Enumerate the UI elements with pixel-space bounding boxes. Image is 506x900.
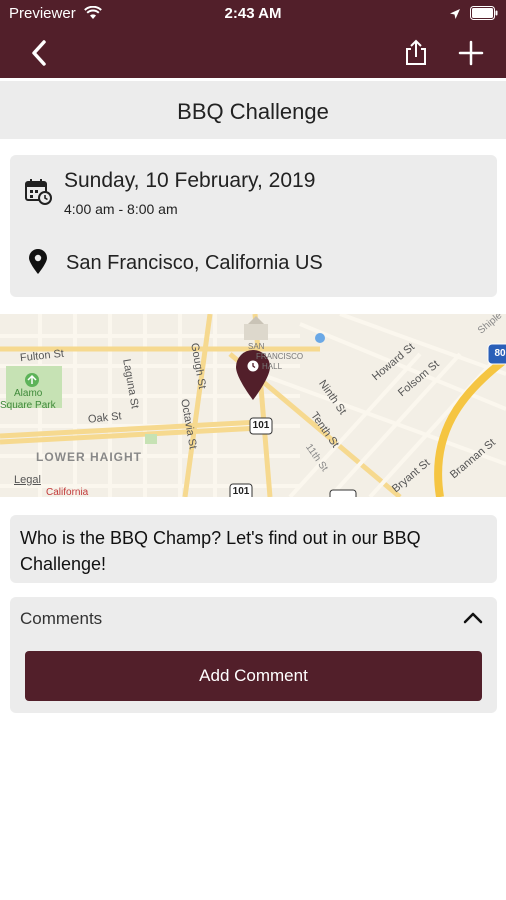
calendar-icon — [24, 177, 52, 210]
add-comment-button[interactable]: Add Comment — [25, 651, 482, 701]
map-label: Square Park — [0, 400, 56, 411]
page-title: BBQ Challenge — [177, 99, 329, 124]
event-location: San Francisco, California US — [66, 252, 323, 274]
battery-icon — [470, 6, 498, 25]
map-label: LOWER HAIGHT — [36, 450, 142, 464]
map-label: California — [46, 487, 89, 497]
map-label: 80 — [494, 348, 506, 359]
status-bar: Previewer 2:43 AM — [0, 0, 506, 28]
plus-icon — [458, 40, 484, 66]
share-icon — [406, 39, 426, 65]
chevron-up-icon — [463, 612, 483, 624]
map-label: Alamo — [14, 388, 43, 399]
navigation-bar — [0, 28, 506, 78]
map-label: HALL — [262, 362, 283, 371]
back-chevron-icon — [32, 40, 46, 66]
map-label: 101 — [252, 420, 270, 431]
event-time-range: 4:00 am - 8:00 am — [64, 201, 178, 217]
event-date: Sunday, 10 February, 2019 — [64, 169, 316, 192]
map-label: SAN — [248, 342, 265, 351]
collapse-comments-button[interactable] — [462, 609, 484, 627]
comments-label: Comments — [20, 609, 103, 628]
share-button[interactable] — [402, 38, 430, 68]
location-arrow-icon — [449, 7, 461, 25]
map-label: 101 — [232, 486, 250, 497]
event-map[interactable]: Fulton St Laguna St Gough St Octavia St … — [0, 314, 506, 497]
map-pin-icon — [27, 249, 49, 280]
map-label: Legal — [14, 474, 41, 486]
add-button[interactable] — [458, 40, 484, 66]
map-label: FRANCISCO — [256, 352, 304, 361]
title-bar: BBQ Challenge — [0, 81, 506, 139]
event-description-card: Who is the BBQ Champ? Let's find out in … — [10, 515, 497, 583]
event-description: Who is the BBQ Champ? Let's find out in … — [20, 528, 421, 574]
event-info-card: Sunday, 10 February, 2019 4:00 am - 8:00… — [10, 155, 497, 297]
back-button[interactable] — [26, 38, 56, 68]
clock: 2:43 AM — [224, 5, 282, 22]
comments-section: Comments Add Comment — [10, 597, 497, 713]
